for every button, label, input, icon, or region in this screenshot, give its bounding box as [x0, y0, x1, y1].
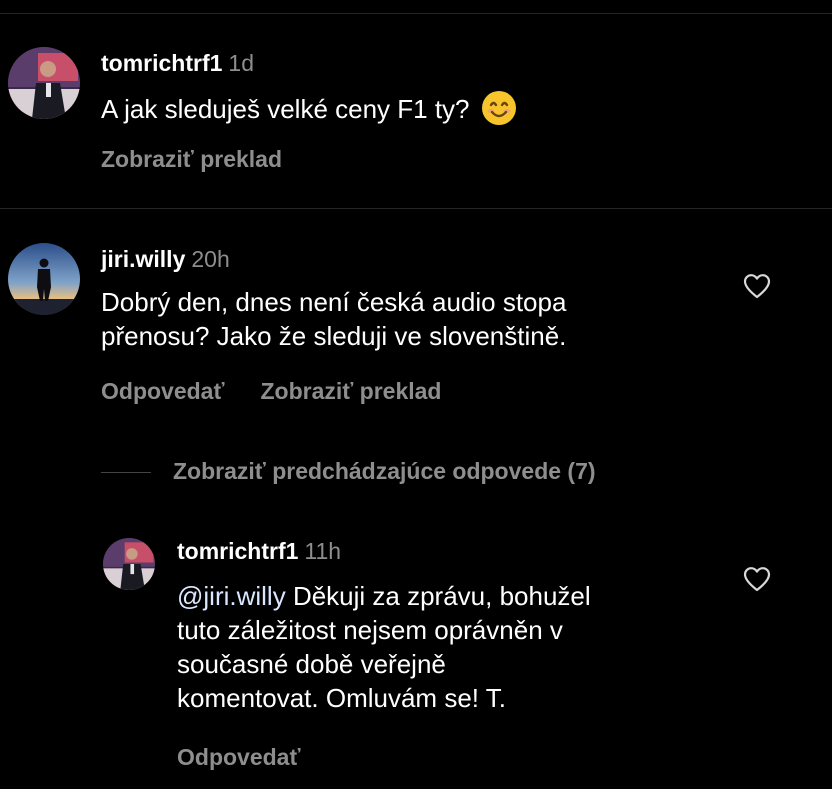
- reply-text-line: komentovat. Omluvám se! T.: [177, 683, 506, 713]
- reply-tomrichtrf1: tomrichtrf1 11h @jiri.willy Děkuji za zpr…: [0, 0, 832, 789]
- avatar-tomrichtrf1[interactable]: [103, 538, 155, 590]
- reply-button[interactable]: Odpovedať: [177, 744, 300, 770]
- reply-actions: Odpovedať: [177, 744, 300, 770]
- username[interactable]: tomrichtrf1: [177, 538, 298, 564]
- heart-icon[interactable]: [743, 566, 771, 592]
- reply-text-content: Děkuji za zprávu, bohužel: [285, 581, 591, 611]
- timestamp: 11h: [304, 538, 342, 564]
- reply-text: @jiri.willy Děkuji za zprávu, bohužel tu…: [177, 579, 591, 715]
- reply-text-line: současné době veřejně: [177, 649, 446, 679]
- reply-text-line: tuto záležitost nejsem oprávněn v: [177, 615, 563, 645]
- mention-link[interactable]: @jiri.willy: [177, 581, 286, 611]
- reply-text-line: @jiri.willy Děkuji za zprávu, bohužel: [177, 579, 591, 613]
- reply-meta: tomrichtrf1 11h: [177, 538, 341, 564]
